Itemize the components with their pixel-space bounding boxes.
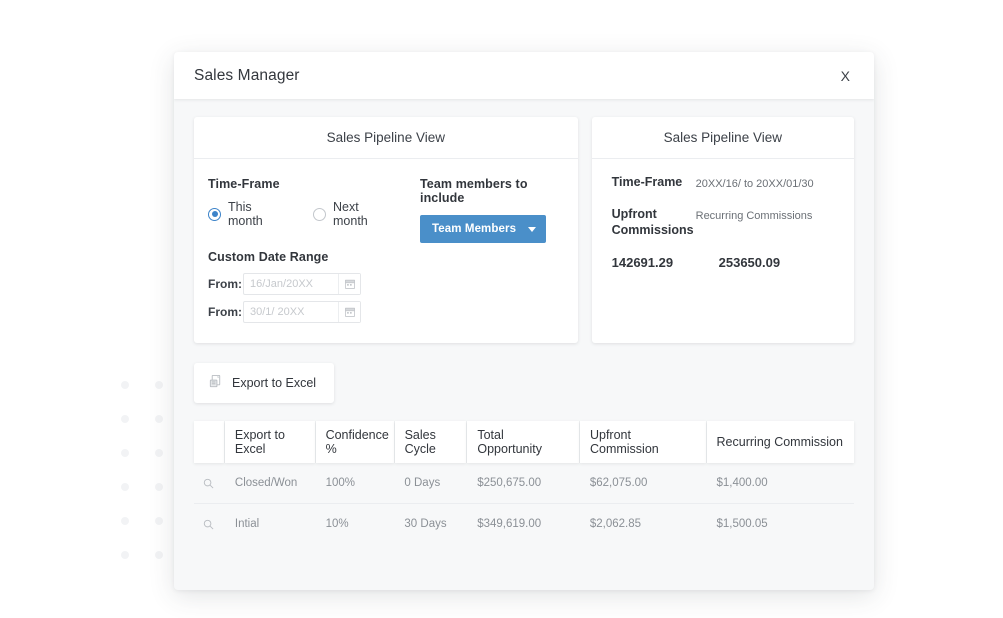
table-column-header[interactable] (194, 421, 224, 463)
summary-time-frame-value: 20XX/16/ to 20XX/01/30 (695, 178, 814, 190)
table-cell-sales-cycle: 30 Days (404, 518, 447, 530)
filters-panel: Sales Pipeline View Time-Frame This mont… (194, 117, 578, 343)
row-search-icon[interactable] (194, 463, 224, 503)
radio-unselected-icon (313, 207, 327, 221)
export-to-excel-label: Export to Excel (232, 376, 317, 390)
date-from-row-2: From: (208, 301, 420, 323)
radio-next-month[interactable]: Next month (313, 200, 392, 228)
modal-header: Sales Manager X (174, 52, 874, 99)
table-row[interactable]: Intial 10% 30 Days $349,619.00 $2,062.85 $1,5… (194, 504, 854, 544)
decorative-dot (121, 551, 129, 559)
summary-recurring-key: Recurring Commissions (695, 210, 813, 223)
filters-panel-title: Sales Pipeline View (194, 117, 578, 159)
calendar-icon-2[interactable] (338, 302, 360, 322)
modal-body: Sales Pipeline View Time-Frame This mont… (174, 99, 874, 590)
summary-recurring-amount: 253650.09 (718, 254, 781, 270)
row-search-icon[interactable] (194, 504, 224, 544)
table-column-header[interactable]: Sales Cycle (394, 421, 467, 463)
date-from-label-2: From: (208, 305, 242, 319)
date-from-input-1[interactable] (244, 274, 338, 294)
table-cell-sales-cycle: 0 Days (404, 477, 441, 489)
table-header-row: Export to Excel Confidence % Sales Cycle To… (194, 421, 854, 463)
table-cell-upfront-commission: $62,075.00 (589, 477, 648, 489)
decorative-dot (121, 381, 129, 389)
summary-time-frame-row: Time-Frame 20XX/16/ to 20XX/01/30 (612, 175, 840, 191)
table-cell-stage: Closed/Won (234, 477, 298, 489)
table-cell-recurring-commission: $1,500.05 (716, 518, 768, 530)
chevron-down-icon (528, 226, 537, 232)
date-from-input-2[interactable] (244, 302, 338, 322)
decorative-dot (155, 483, 163, 491)
team-members-dropdown-label: Team Members (432, 223, 517, 235)
summary-panel-title: Sales Pipeline View (591, 117, 854, 159)
results-table: Export to Excel Confidence % Sales Cycle To… (194, 421, 854, 570)
decorative-dot (155, 381, 163, 389)
sales-manager-modal: Sales Manager X Sales Pipeline View Time… (174, 52, 874, 590)
summary-panel-body: Time-Frame 20XX/16/ to 20XX/01/30 Upfron… (592, 159, 854, 290)
table-cell-total-opportunity: $349,619.00 (477, 518, 542, 530)
decorative-dot (121, 449, 129, 457)
summary-commissions-row: Upfront Commissions Recurring Commission… (612, 207, 840, 238)
filters-panel-body: Time-Frame This month Next month Custom … (194, 159, 578, 343)
decorative-dot (155, 517, 163, 525)
decorative-dot (121, 483, 129, 491)
table-cell-upfront-commission: $2,062.85 (589, 518, 642, 530)
team-members-group: Team members to include Team Members (420, 177, 564, 323)
export-icon (208, 374, 223, 392)
radio-next-month-label: Next month (333, 200, 368, 228)
date-from-field-wrap-1 (243, 273, 361, 295)
radio-selected-icon (208, 207, 221, 221)
summary-amounts-row: 142691.29 253650.09 (612, 255, 840, 270)
table-body: Closed/Won 100% 0 Days $250,675.00 $62,075.0… (194, 463, 854, 570)
table-cell-stage: Intial (234, 518, 260, 530)
table-row[interactable]: Closed/Won 100% 0 Days $250,675.00 $62,075.0… (194, 463, 854, 504)
team-members-dropdown[interactable]: Team Members (420, 215, 547, 243)
summary-time-frame-key: Time-Frame (611, 175, 683, 189)
calendar-icon-1[interactable] (338, 274, 360, 294)
custom-date-range-label: Custom Date Range (208, 250, 329, 264)
table-cell-confidence: 10% (325, 518, 349, 530)
time-frame-label: Time-Frame (208, 177, 280, 191)
summary-upfront-key: Upfront Commissions (611, 207, 694, 237)
table-column-header[interactable]: Total Opportunity (467, 421, 579, 463)
time-frame-group: Time-Frame This month Next month Custom … (208, 177, 420, 323)
table-cell-confidence: 100% (325, 477, 356, 489)
close-icon[interactable]: X (835, 65, 856, 87)
panels-row: Sales Pipeline View Time-Frame This mont… (194, 117, 854, 343)
summary-panel: Sales Pipeline View Time-Frame 20XX/16/ … (591, 117, 854, 343)
table-cell-recurring-commission: $1,400.00 (716, 477, 768, 489)
time-frame-radio-group: This month Next month (208, 200, 420, 228)
decorative-dot (121, 415, 129, 423)
team-members-label: Team members to include (420, 177, 528, 205)
summary-upfront-amount: 142691.29 (611, 254, 674, 270)
decorative-dot (121, 517, 129, 525)
table-column-header[interactable]: Upfront Commission (579, 421, 706, 463)
export-to-excel-button[interactable]: Export to Excel (194, 363, 335, 403)
table-column-header[interactable]: Recurring Commission (706, 421, 854, 463)
decorative-dot (155, 551, 163, 559)
date-from-row-1: From: (208, 273, 420, 295)
date-from-label-1: From: (208, 277, 242, 291)
radio-this-month[interactable]: This month (208, 200, 285, 228)
table-cell-total-opportunity: $250,675.00 (477, 477, 542, 489)
table-column-header[interactable]: Export to Excel (224, 421, 315, 463)
decorative-dot (155, 415, 163, 423)
radio-this-month-label: This month (228, 200, 263, 228)
decorative-dot (155, 449, 163, 457)
page-title: Sales Manager (194, 66, 300, 84)
table-column-header[interactable]: Confidence % (315, 421, 394, 463)
date-from-field-wrap-2 (243, 301, 361, 323)
